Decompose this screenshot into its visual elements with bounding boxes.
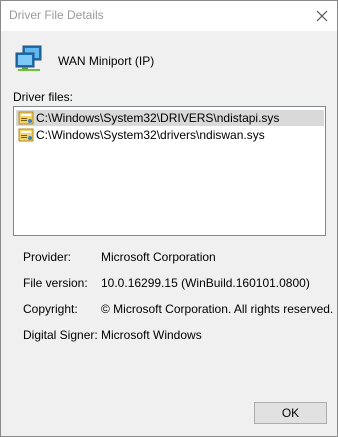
digital-signer-value: Microsoft Windows [101, 328, 202, 342]
driver-file-path: C:\Windows\System32\DRIVERS\ndistapi.sys [36, 111, 280, 125]
device-name: WAN Miniport (IP) [58, 54, 155, 68]
driver-files-label: Driver files: [13, 90, 74, 104]
copyright-value: © Microsoft Corporation. All rights rese… [101, 302, 334, 316]
provider-value: Microsoft Corporation [101, 250, 216, 264]
close-button[interactable] [307, 1, 337, 31]
close-icon [316, 10, 328, 22]
driver-file-icon [18, 111, 34, 125]
driver-file-icon [18, 128, 34, 142]
driver-file-details-dialog: Driver File Details WAN Miniport (IP) Dr… [0, 0, 338, 437]
dialog-body: WAN Miniport (IP) Driver files: C:\Windo… [1, 31, 337, 436]
ok-button[interactable]: OK [254, 402, 327, 424]
driver-file-path: C:\Windows\System32\drivers\ndiswan.sys [36, 128, 265, 142]
window-title: Driver File Details [9, 8, 104, 22]
file-version-label: File version: [23, 276, 88, 290]
copyright-label: Copyright: [23, 302, 78, 316]
provider-label: Provider: [23, 250, 72, 264]
file-version-value: 10.0.16299.15 (WinBuild.160101.0800) [101, 276, 310, 290]
driver-file-item[interactable]: C:\Windows\System32\DRIVERS\ndistapi.sys [16, 110, 324, 126]
digital-signer-label: Digital Signer: [23, 328, 98, 342]
driver-files-list[interactable]: C:\Windows\System32\DRIVERS\ndistapi.sys… [13, 106, 326, 236]
title-bar[interactable]: Driver File Details [1, 1, 337, 31]
network-adapter-icon [15, 45, 42, 71]
driver-file-item[interactable]: C:\Windows\System32\drivers\ndiswan.sys [16, 127, 324, 143]
